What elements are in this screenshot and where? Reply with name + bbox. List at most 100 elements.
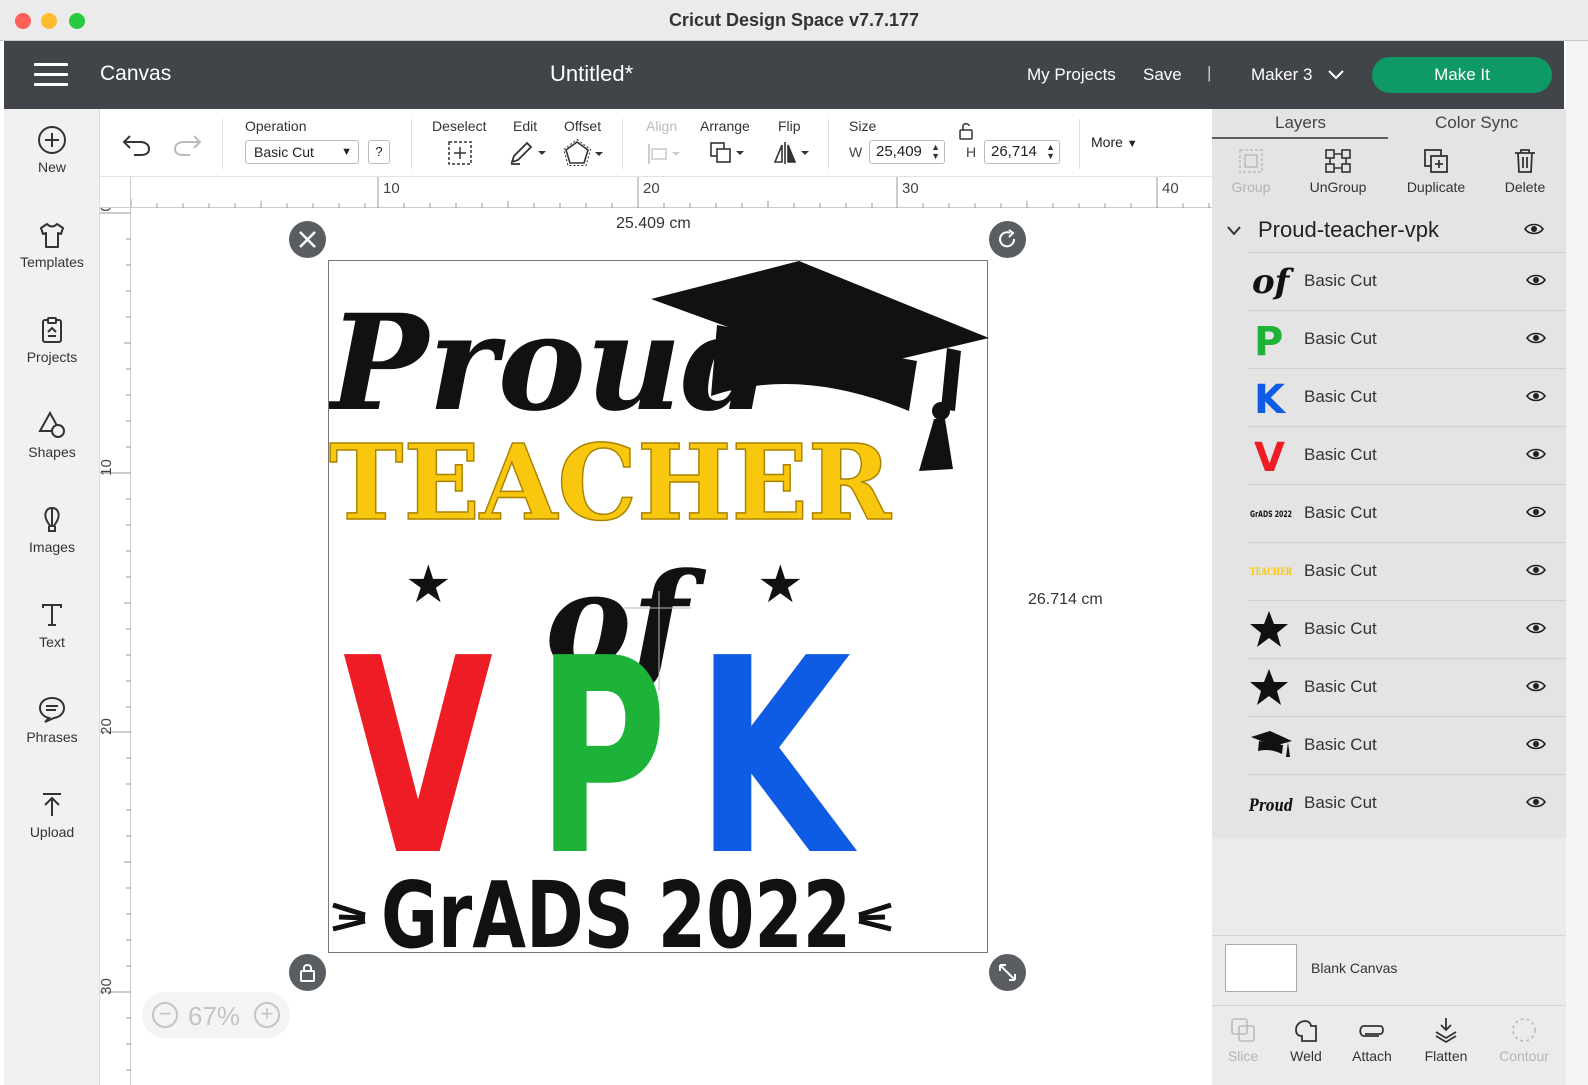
layer-group-row[interactable]: Proud-teacher-vpk — [1212, 209, 1566, 253]
size-label: Size — [849, 118, 877, 134]
layer-thumbnail: of — [1248, 259, 1296, 303]
duplicate-button[interactable]: Duplicate — [1392, 147, 1480, 197]
deselect-icon[interactable] — [447, 140, 473, 166]
delete-handle[interactable] — [289, 221, 326, 258]
selected-design-group[interactable]: Proud TEACHER ★ ★ of V P K GrADS 2022 — [328, 260, 989, 954]
trash-icon — [1515, 149, 1535, 173]
sidebar-item-projects[interactable]: Projects — [4, 299, 100, 389]
tab-color-sync[interactable]: Color Sync — [1435, 113, 1518, 133]
redo-icon[interactable] — [172, 133, 202, 157]
duplicate-icon — [1424, 149, 1448, 173]
flip-icon[interactable] — [772, 140, 812, 166]
layers-panel: Layers Color Sync Group UnGroup Duplicat… — [1212, 109, 1566, 1085]
more-button[interactable]: More ▼ — [1091, 134, 1138, 150]
sidebar-item-text[interactable]: Text — [4, 584, 100, 674]
horizontal-ruler: 10 20 30 40 — [100, 177, 1212, 208]
my-projects-link[interactable]: My Projects — [1027, 65, 1116, 85]
edit-label: Edit — [513, 118, 538, 134]
rotate-handle[interactable] — [989, 221, 1026, 258]
resize-handle[interactable] — [989, 954, 1026, 991]
attach-button[interactable]: Attach — [1337, 1016, 1407, 1066]
width-input[interactable]: 25,409 ▲ ▼ — [869, 140, 945, 164]
sidebar-item-phrases[interactable]: Phrases — [4, 679, 100, 769]
eye-icon[interactable] — [1526, 679, 1546, 693]
eye-icon[interactable] — [1526, 273, 1546, 287]
zoom-in-button[interactable]: + — [254, 1002, 280, 1028]
eye-icon[interactable] — [1526, 563, 1546, 577]
more-label: More — [1091, 134, 1123, 150]
layer-row[interactable]: Basic Cut — [1248, 600, 1566, 657]
group-button[interactable]: Group — [1207, 147, 1295, 197]
layer-row[interactable]: of Basic Cut — [1248, 252, 1566, 309]
align-icon[interactable] — [646, 142, 684, 166]
eye-icon[interactable] — [1526, 505, 1546, 519]
undo-icon[interactable] — [122, 133, 152, 157]
chevron-down-icon[interactable] — [1226, 225, 1242, 237]
flatten-button[interactable]: Flatten — [1411, 1016, 1481, 1066]
blank-canvas-swatch[interactable] — [1225, 944, 1297, 992]
sidebar-item-upload[interactable]: Upload — [4, 774, 100, 864]
height-dimension: 26.714 cm — [1028, 591, 1103, 608]
zoom-out-button[interactable]: − — [152, 1002, 178, 1028]
rotate-icon — [999, 229, 1016, 248]
chevron-down-icon[interactable] — [1327, 69, 1345, 81]
weld-button[interactable]: Weld — [1271, 1016, 1341, 1066]
layer-row[interactable]: K Basic Cut — [1248, 368, 1566, 425]
ruler-label: 20 — [643, 180, 660, 197]
operation-help-button[interactable]: ? — [368, 140, 390, 164]
ungroup-icon — [1325, 149, 1351, 173]
eye-icon[interactable] — [1526, 737, 1546, 751]
hamburger-menu-icon[interactable] — [34, 63, 68, 87]
layer-name: Basic Cut — [1304, 561, 1377, 580]
stepper-arrows-icon[interactable]: ▲ ▼ — [1046, 143, 1055, 161]
layer-name: Basic Cut — [1304, 793, 1377, 812]
paperclip-icon — [1359, 1025, 1384, 1037]
eye-icon[interactable] — [1526, 389, 1546, 403]
width-dimension: 25.409 cm — [616, 215, 691, 232]
eye-icon[interactable] — [1526, 331, 1546, 345]
sidebar-item-templates[interactable]: Templates — [4, 204, 100, 294]
machine-selector[interactable]: Maker 3 — [1251, 65, 1312, 85]
sidebar-item-new[interactable]: New — [4, 109, 100, 199]
layer-row[interactable]: GrADS 2022 Basic Cut — [1248, 484, 1566, 541]
layer-row[interactable]: V Basic Cut — [1248, 426, 1566, 483]
layer-row[interactable]: Proud Basic Cut — [1248, 774, 1566, 831]
text-t-icon — [42, 604, 62, 626]
eye-icon[interactable] — [1524, 222, 1544, 236]
app-header: Canvas Untitled* My Projects Save | Make… — [4, 41, 1564, 109]
eye-icon[interactable] — [1526, 621, 1546, 635]
operation-value: Basic Cut — [254, 144, 314, 160]
make-it-button[interactable]: Make It — [1372, 57, 1552, 93]
offset-icon[interactable] — [563, 139, 605, 167]
operation-select[interactable]: Basic Cut ▼ — [245, 140, 359, 164]
layer-row[interactable]: TEACHER Basic Cut — [1248, 542, 1566, 599]
balloon-icon — [44, 506, 60, 532]
group-icon — [1239, 149, 1263, 173]
slice-button[interactable]: Slice — [1208, 1016, 1278, 1066]
eye-icon[interactable] — [1526, 447, 1546, 461]
layer-row[interactable]: Basic Cut — [1248, 658, 1566, 715]
edit-pen-icon[interactable] — [508, 140, 548, 166]
unlock-icon[interactable] — [958, 121, 974, 141]
eye-icon[interactable] — [1526, 795, 1546, 809]
sidebar-item-shapes[interactable]: Shapes — [4, 394, 100, 484]
sidebar-item-images[interactable]: Images — [4, 489, 100, 579]
layer-row[interactable]: P Basic Cut — [1248, 310, 1566, 367]
layer-row[interactable]: Basic Cut — [1248, 716, 1566, 773]
stepper-arrows-icon[interactable]: ▲ ▼ — [931, 143, 940, 161]
tab-layers[interactable]: Layers — [1275, 113, 1326, 133]
star-icon — [1250, 611, 1288, 647]
height-input[interactable]: 26,714 ▲ ▼ — [984, 140, 1060, 164]
document-title[interactable]: Untitled* — [550, 61, 633, 87]
weld-icon — [1295, 1020, 1317, 1042]
lock-proportions-handle[interactable] — [289, 954, 326, 991]
layer-thumbnail: Proud — [1248, 781, 1296, 825]
save-button[interactable]: Save — [1143, 65, 1182, 85]
delete-button[interactable]: Delete — [1481, 147, 1569, 197]
ungroup-button[interactable]: UnGroup — [1294, 147, 1382, 197]
clipboard-icon — [42, 317, 62, 343]
design-canvas[interactable]: 25.409 cm 26.714 cm Proud TEACHER ★ ★ of… — [131, 208, 1212, 1085]
arrange-icon[interactable] — [708, 140, 748, 166]
contour-button[interactable]: Contour — [1489, 1016, 1559, 1066]
blank-canvas-row[interactable]: Blank Canvas — [1212, 935, 1566, 1005]
